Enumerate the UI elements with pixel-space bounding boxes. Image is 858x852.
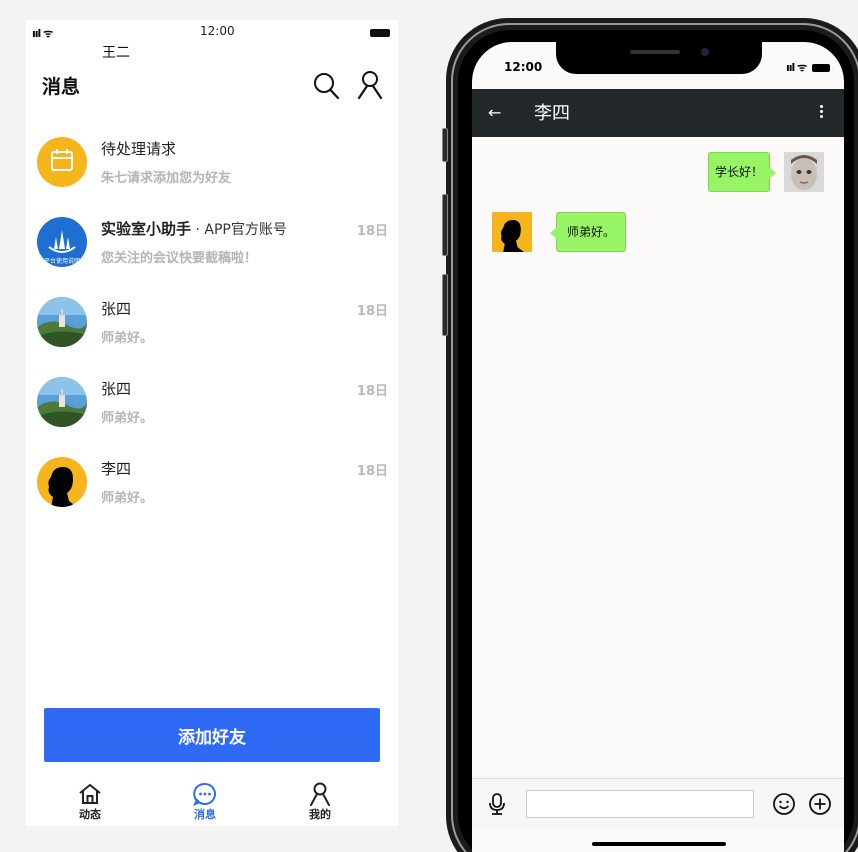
assistant-avatar: 平台使用说明 [37,217,87,267]
message-bubble-received: 师弟好。 [549,212,627,252]
status-icons: ııl ᯤ [786,60,830,75]
tab-messages[interactable]: 消息 [170,782,240,822]
chat-title: 李四 [534,103,570,124]
calendar-icon [37,137,87,187]
silhouette-avatar [492,212,532,252]
message-preview: 师弟好。 [101,331,154,346]
silhouette-avatar [37,457,87,507]
battery-icon [370,29,390,37]
microphone-icon[interactable] [488,793,506,815]
list-item-lab-assistant[interactable]: 平台使用说明 实验室小助手 · APP官方账号 您关注的会议快要截稿啦！ 18日 [26,212,398,292]
tab-profile[interactable]: 我的 [285,782,355,822]
list-item-contact[interactable]: 张四 师弟好。 18日 [26,372,398,452]
home-icon [79,783,101,804]
add-friend-button[interactable]: 添加好友 [44,708,380,762]
back-arrow-icon[interactable]: ← [488,103,504,123]
more-options-icon[interactable] [818,103,824,123]
chat-header: ← 李四 [472,89,844,137]
message-preview: 您关注的会议快要截稿啦！ [101,251,258,266]
contact-name: 李四 [101,460,132,478]
camera-icon [701,48,709,56]
user-icon [310,782,330,806]
message-preview: 朱七请求添加您为好友 [101,171,232,186]
status-time: 12:00 [504,60,543,74]
message-list: 待处理请求 朱七请求添加您为好友 平台使用说明 实验室小助手 · APP官方账号… [26,132,398,532]
message-bubble-sent: 学长好！ [707,152,777,192]
tab-feed[interactable]: 动态 [55,782,125,822]
message-date: 18日 [356,464,388,479]
message-date: 18日 [356,224,388,239]
svg-text:平台使用说明: 平台使用说明 [44,257,80,265]
message-date: 18日 [356,304,388,319]
emoji-icon[interactable] [772,792,796,816]
official-account-tag: · APP官方账号 [191,222,287,238]
volume-down-button [442,274,448,336]
message-preview: 师弟好。 [101,491,154,506]
message-date: 18日 [356,384,388,399]
search-icon[interactable] [312,70,340,100]
tab-label: 动态 [79,808,101,821]
contact-name: 张四 [101,380,132,398]
contact-name: 张四 [101,300,132,318]
contact-name: 待处理请求 [101,140,177,158]
volume-up-button [442,194,448,256]
signal-icon: ııl ᯤ [785,61,807,74]
home-indicator [592,842,726,846]
landscape-avatar [37,377,87,427]
contact-name: 实验室小助手 · APP官方账号 [101,220,287,238]
chat-input-bar [472,778,844,828]
mute-switch [442,128,448,162]
child-photo-avatar [784,152,824,192]
chat-icon [192,782,216,806]
message-list-screen: ııl ᯤ 12:00 王二 消息 待处理请求 朱七请求添加您为好友 平台使用说… [26,20,398,826]
message-preview: 师弟好。 [101,411,154,426]
tab-label: 我的 [309,808,331,821]
landscape-avatar [37,297,87,347]
message-input[interactable] [526,790,754,818]
user-icon[interactable] [356,70,384,100]
signal-icon: ııl ᯤ [32,27,53,40]
list-item-contact[interactable]: 张四 师弟好。 18日 [26,292,398,372]
plus-icon[interactable] [808,792,832,816]
status-time: 12:00 [200,24,235,38]
chat-screen: 12:00 ııl ᯤ ← 李四 学长好！ 师弟好。 [472,42,844,852]
tab-label: 消息 [194,808,216,821]
username: 王二 [102,45,130,61]
list-item-pending-request[interactable]: 待处理请求 朱七请求添加您为好友 [26,132,398,212]
phone-mockup: 12:00 ııl ᯤ ← 李四 学长好！ 师弟好。 [442,18,858,852]
phone-notch [556,42,762,74]
list-item-contact[interactable]: 李四 师弟好。 18日 [26,452,398,532]
page-title: 消息 [42,76,81,98]
battery-icon [812,64,830,72]
